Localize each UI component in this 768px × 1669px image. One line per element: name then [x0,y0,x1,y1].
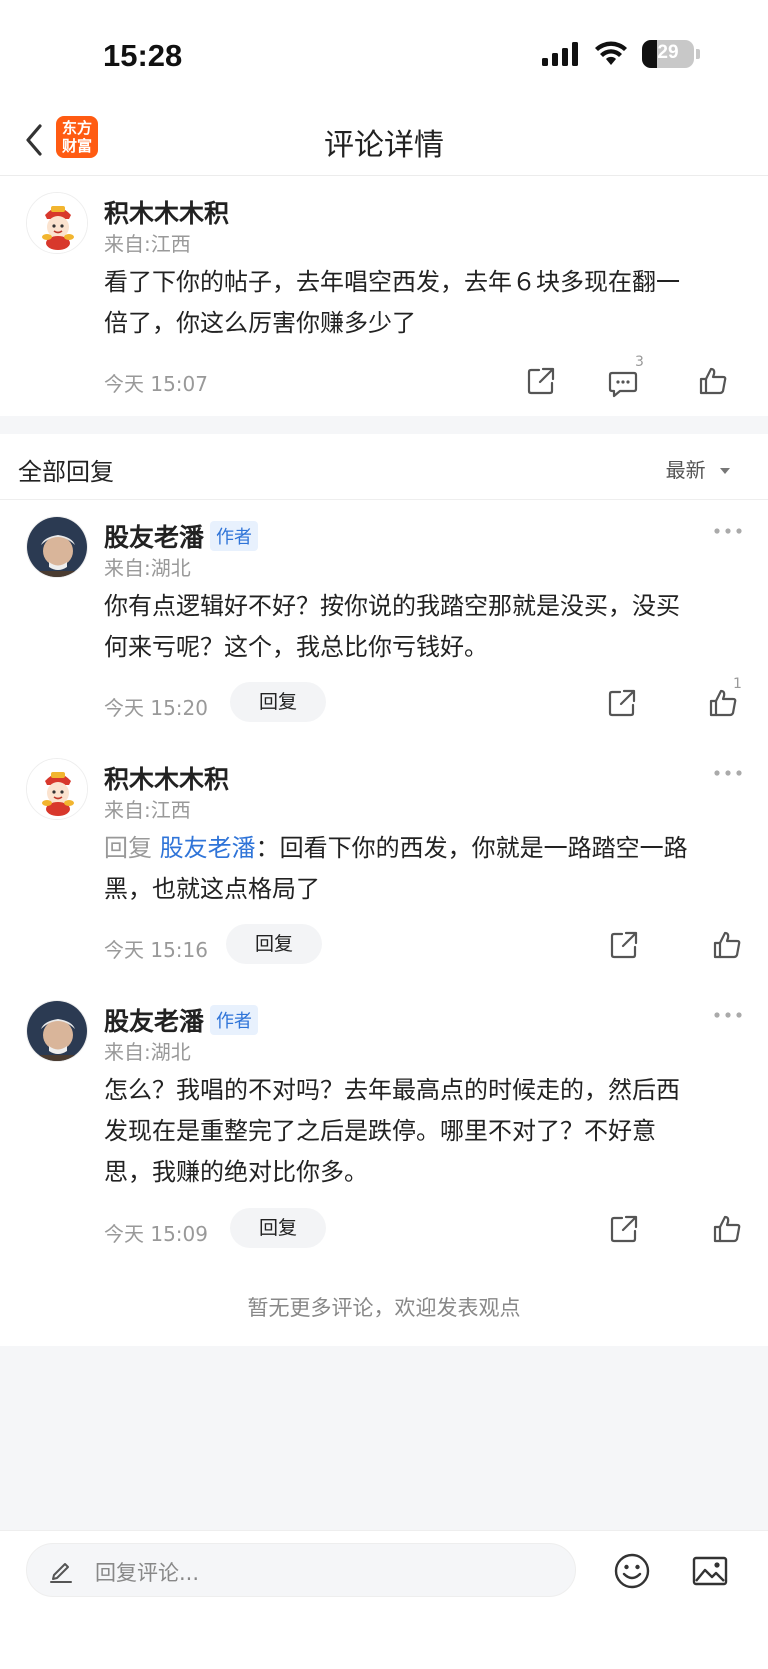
reply-prefix: 回复 [104,834,152,862]
reply-text-line: 发现在是重整完了之后是跌停。哪里不对了？不好意 [104,1117,656,1145]
comment-icon[interactable] [608,368,638,398]
reply-button[interactable]: 回复 [230,682,326,722]
reply-username[interactable]: 积木木木积 [104,760,229,796]
reply-text-line: 回复 股友老潘：回看下你的西发，你就是一路踏空一路 [104,828,744,869]
reply-text: 回复 股友老潘：回看下你的西发，你就是一路踏空一路 黑，也就这点格局了 [104,828,744,910]
page: 15:28 29 东方 财富 评论详情 积木木木积 来自:江西 看了下你的帖子，… [0,0,768,1669]
reply-username[interactable]: 股友老潘 作者 [104,1002,259,1038]
mascot-avatar-icon [27,759,87,819]
reply-input[interactable]: 回复评论... [26,1543,576,1597]
like-icon[interactable] [698,366,728,396]
comment-text-line: 倍了，你这么厉害你赚多少了 [104,309,416,337]
status-bar: 15:28 29 [0,0,768,104]
avatar[interactable] [26,1000,88,1062]
reply-time: 今天 15:16 [104,938,208,962]
comment-time: 今天 15:07 [104,372,208,396]
main-comment: 积木木木积 来自:江西 看了下你的帖子，去年唱空西发，去年６块多现在翻一 倍了，… [0,176,768,416]
more-icon[interactable] [713,768,743,778]
reply-username-text: 股友老潘 [104,1007,205,1036]
user-photo-icon [27,1001,87,1061]
battery-tip [696,49,700,59]
status-icons: 29 [542,40,700,68]
share-icon[interactable] [526,366,556,396]
pencil-icon [50,1563,72,1583]
more-icon[interactable] [713,1010,743,1020]
like-icon[interactable] [712,1214,742,1244]
signal-icon [542,42,578,66]
user-photo-icon [27,517,87,577]
sort-dropdown[interactable]: 最新 [666,454,732,483]
reply-text-line: 何来亏呢？这个，我总比你亏钱好。 [104,633,488,661]
reply-time: 今天 15:09 [104,1222,208,1246]
reply-text-line: 怎么？我唱的不对吗？去年最高点的时候走的，然后西 [104,1076,680,1104]
reply-username-text: 股友老潘 [104,523,205,552]
emoji-icon[interactable] [612,1551,652,1591]
battery-indicator: 29 [642,40,694,68]
reply-text-line: 黑，也就这点格局了 [104,875,320,903]
reply-input-placeholder: 回复评论... [95,1561,200,1585]
reply-location: 来自:湖北 [104,556,191,580]
share-icon[interactable] [607,688,637,718]
avatar[interactable] [26,516,88,578]
comment-username[interactable]: 积木木木积 [104,194,229,230]
reply-username[interactable]: 股友老潘 作者 [104,518,259,554]
reply-text: 你有点逻辑好不好？按你说的我踏空那就是没买，没买 何来亏呢？这个，我总比你亏钱好… [104,586,734,668]
no-more-comments-note: 暂无更多评论，欢迎发表观点 [247,1296,521,1320]
comment-location: 来自:江西 [104,232,191,256]
reply-text-line: 你有点逻辑好不好？按你说的我踏空那就是没买，没买 [104,592,680,620]
reply-text-line: 思，我赚的绝对比你多。 [104,1158,368,1186]
mascot-avatar-icon [27,193,87,253]
replies-header: 全部回复 最新 [0,434,768,500]
reply-target-link[interactable]: 股友老潘 [160,834,256,862]
reply-button[interactable]: 回复 [230,1208,326,1248]
avatar[interactable] [26,758,88,820]
bottom-bar: 回复评论... [0,1530,768,1669]
share-icon[interactable] [609,1214,639,1244]
nav-bar: 东方 财富 评论详情 [0,104,768,176]
page-title: 评论详情 [324,128,444,163]
comment-count: 3 [635,354,644,370]
status-time: 15:28 [103,38,183,73]
like-icon[interactable] [708,688,738,718]
like-count: 1 [733,676,742,692]
more-icon[interactable] [713,526,743,536]
like-icon[interactable] [712,930,742,960]
wifi-icon [595,41,627,65]
reply-button[interactable]: 回复 [226,924,322,964]
reply-text: 怎么？我唱的不对吗？去年最高点的时候走的，然后西 发现在是重整完了之后是跌停。哪… [104,1070,744,1193]
author-badge: 作者 [210,521,259,551]
reply-location: 来自:湖北 [104,1040,191,1064]
comment-text-line: 看了下你的帖子，去年唱空西发，去年６块多现在翻一 [104,268,680,296]
comment-text: 看了下你的帖子，去年唱空西发，去年６块多现在翻一 倍了，你这么厉害你赚多少了 [104,262,734,344]
author-badge: 作者 [210,1005,259,1035]
reply-location: 来自:江西 [104,798,191,822]
sort-label: 最新 [665,458,706,482]
image-icon[interactable] [690,1551,730,1591]
replies-title: 全部回复 [18,458,114,486]
sort-down-icon [720,468,730,474]
replies-section: 全部回复 最新 股友老潘 作者 来自:湖北 你有点逻辑好不好？按你说的我踏空那就… [0,434,768,1346]
avatar[interactable] [26,192,88,254]
battery-level: 29 [657,42,679,63]
share-icon[interactable] [609,930,639,960]
reply-text-content: ：回看下你的西发，你就是一路踏空一路 [255,834,688,862]
reply-time: 今天 15:20 [104,696,208,720]
